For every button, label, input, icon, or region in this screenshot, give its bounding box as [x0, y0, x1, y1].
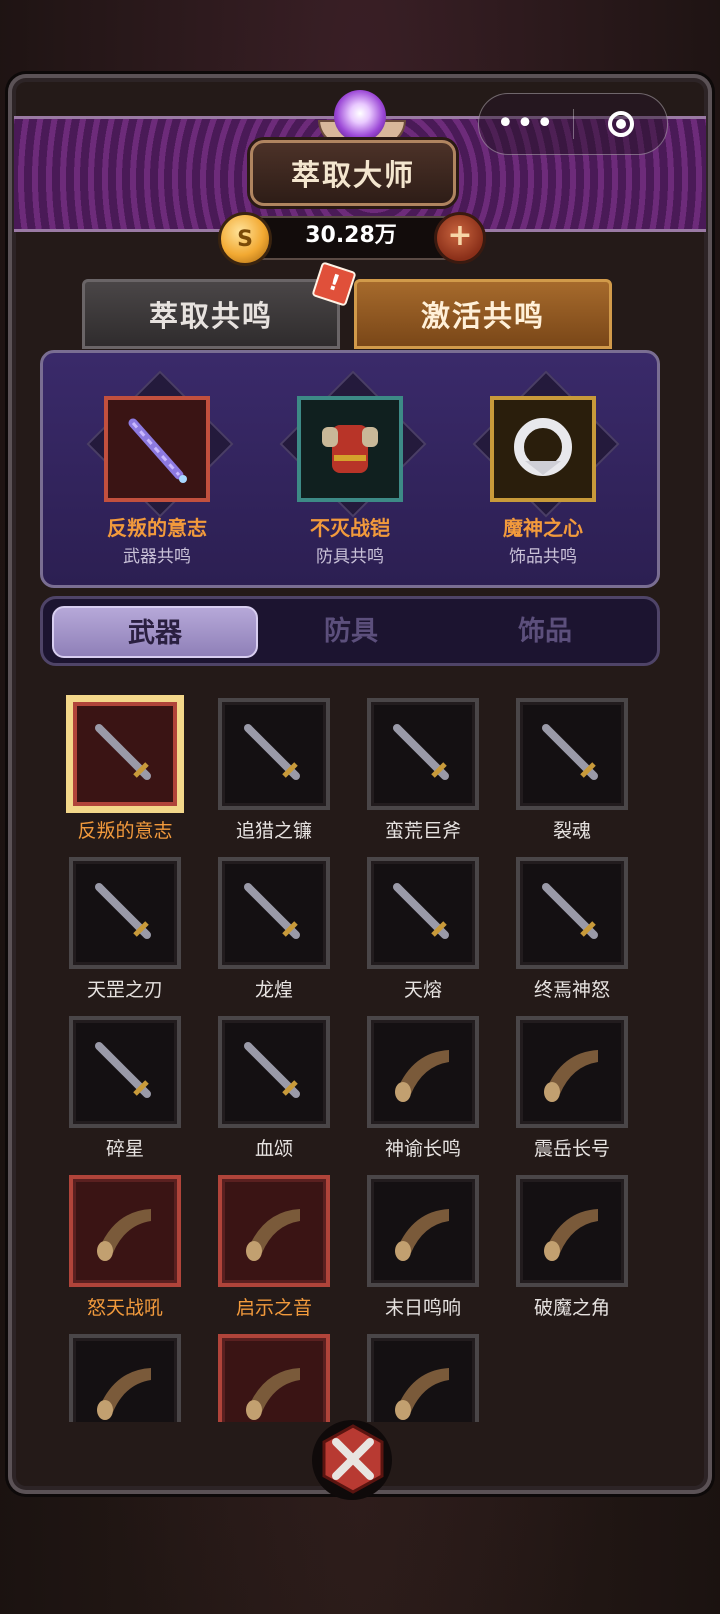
- page-title: 萃取大师: [250, 140, 456, 206]
- category-accessory[interactable]: 饰品: [442, 606, 648, 658]
- item-name: 末日鸣响: [384, 1297, 461, 1319]
- more-options-button[interactable]: •••: [479, 94, 573, 154]
- gold-horn-icon: [69, 1334, 181, 1422]
- item-name: 蛮荒巨斧: [384, 820, 461, 842]
- item-name: 龙煌: [254, 979, 293, 1001]
- blue-horn-icon: [367, 1175, 479, 1287]
- close-program-button[interactable]: [574, 111, 667, 137]
- coin-icon: S: [218, 212, 272, 266]
- axe-icon: [367, 698, 479, 810]
- resonance-armor-name: 不灭战铠: [310, 516, 390, 540]
- item-name: 血颂: [254, 1138, 293, 1160]
- item-name: 天熔: [403, 979, 442, 1001]
- close-button[interactable]: [300, 1408, 404, 1512]
- item-name: 反叛的意志: [77, 820, 173, 842]
- item-name: 怒天战吼: [86, 1297, 163, 1319]
- tab-extract-resonance[interactable]: 萃取共鸣: [82, 279, 340, 349]
- category-armor[interactable]: 防具: [248, 606, 454, 658]
- resonance-accessory-name: 魔神之心: [503, 516, 583, 540]
- item-name: 震岳长号: [533, 1138, 610, 1160]
- resonance-weapon-name: 反叛的意志: [107, 516, 207, 540]
- green-blade-icon: [69, 857, 181, 969]
- resonance-weapon-type: 武器共鸣: [123, 547, 191, 567]
- crystal-sword-icon: [69, 698, 181, 810]
- bronze-sword-icon: [218, 857, 330, 969]
- purple-horn-icon: [516, 1016, 628, 1128]
- feather-blade-icon: [516, 857, 628, 969]
- mini-program-menu: •••: [478, 93, 668, 155]
- item-name: 裂魂: [552, 820, 591, 842]
- item-name: 追猎之镰: [235, 820, 312, 842]
- item-name: 天罡之刃: [86, 979, 163, 1001]
- currency-value: 30.28万: [305, 223, 397, 248]
- item-name: 启示之音: [235, 1297, 312, 1319]
- armor-icon: [297, 396, 403, 502]
- item-name: 破魔之角: [533, 1297, 610, 1319]
- purple-mace-icon: [218, 1016, 330, 1128]
- item-name: 神谕长鸣: [384, 1138, 461, 1160]
- violet-horn-icon: [218, 1175, 330, 1287]
- resonance-armor-type: 防具共鸣: [316, 547, 384, 567]
- mace-icon: [367, 857, 479, 969]
- item-name: 终焉神怒: [533, 979, 610, 1001]
- dagger-icon: [516, 698, 628, 810]
- resonance-accessory-type: 饰品共鸣: [509, 547, 577, 567]
- green-horn-icon: [69, 1175, 181, 1287]
- short-sword-icon: [69, 1016, 181, 1128]
- amulet-icon: [490, 396, 596, 502]
- sword-icon: [104, 396, 210, 502]
- tab-activate-resonance[interactable]: 激活共鸣: [354, 279, 612, 349]
- item-name: 碎星: [105, 1138, 144, 1160]
- category-weapon[interactable]: 武器: [52, 606, 258, 658]
- item-grid: 反叛的意志 追猎之镰 蛮荒巨斧 裂魂天罡之刃 龙煌 天熔 终焉神怒碎星 血颂 神谕长鸣 震岳长号怒…: [40, 676, 660, 1422]
- sickle-icon: [218, 698, 330, 810]
- horn-icon: [367, 1016, 479, 1128]
- close-icon: [322, 1424, 384, 1494]
- jade-horn-icon: [516, 1175, 628, 1287]
- add-currency-button[interactable]: +: [434, 212, 486, 264]
- target-icon: [607, 111, 634, 137]
- magic-orb-icon: [334, 90, 386, 142]
